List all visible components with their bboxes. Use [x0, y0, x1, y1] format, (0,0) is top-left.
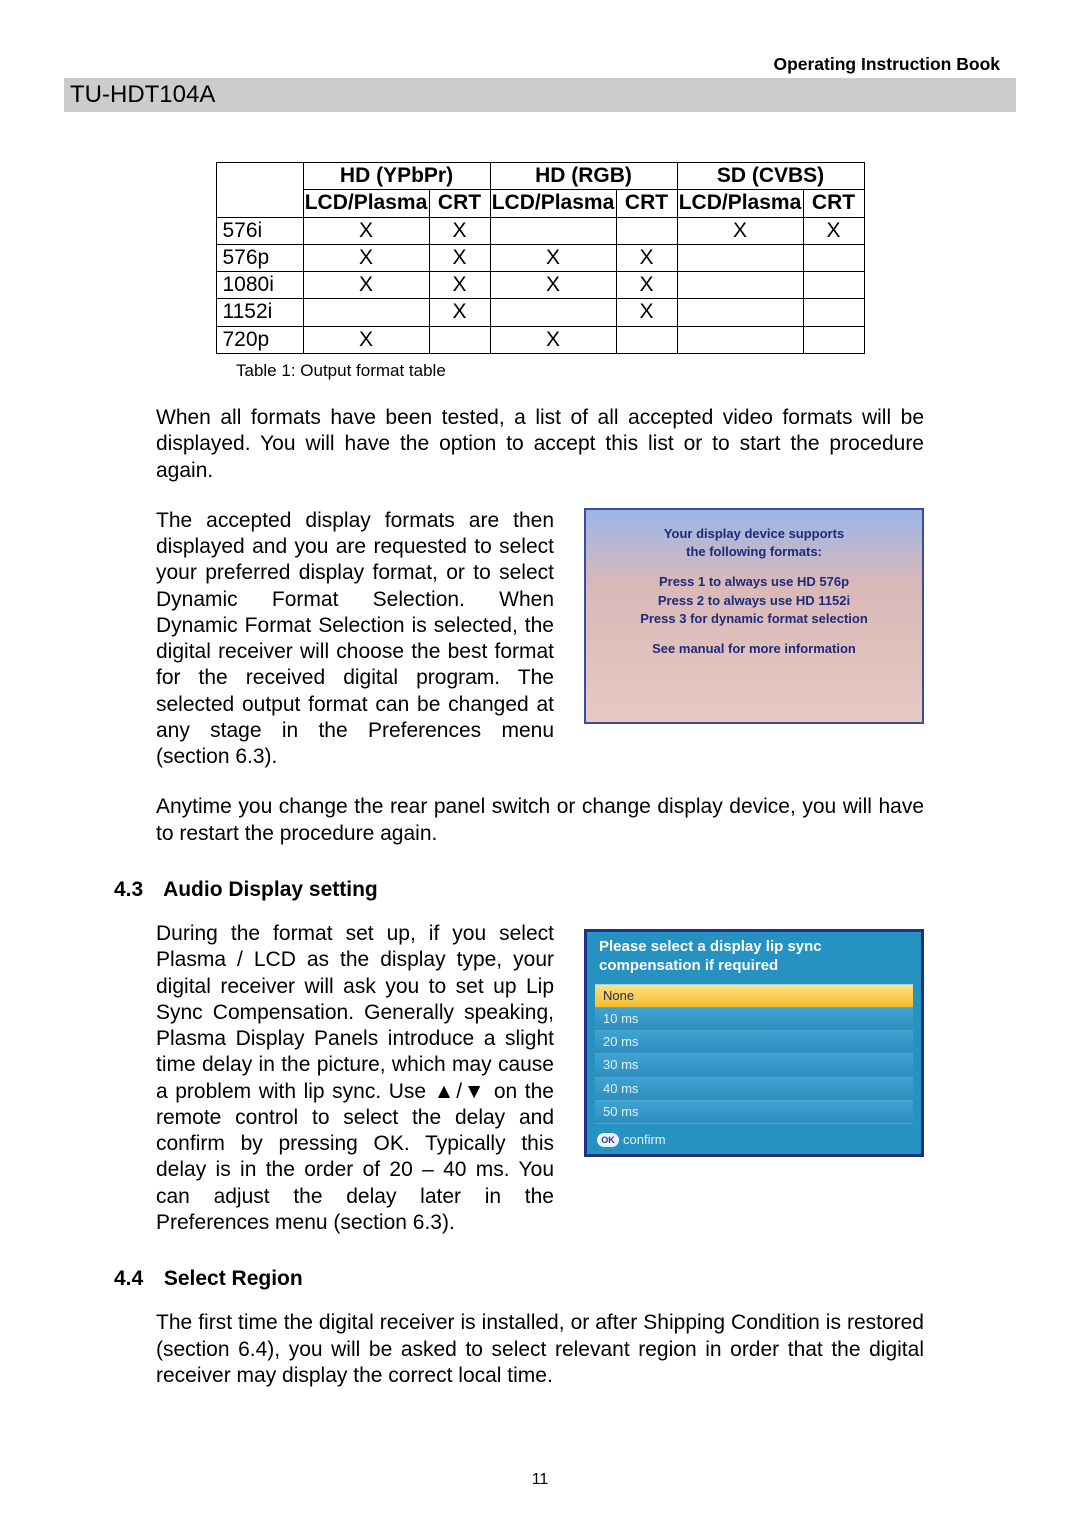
- paragraph-select-region: The first time the digital receiver is i…: [156, 1310, 924, 1389]
- section-4-4-heading: 4.4 Select Region: [114, 1266, 924, 1292]
- paragraph-restart-note: Anytime you change the rear panel switch…: [156, 794, 924, 847]
- paragraph-after-table: When all formats have been tested, a lis…: [156, 405, 924, 484]
- osd-lipsync-option: 40 ms: [595, 1078, 913, 1101]
- subcol-crt-3: CRT: [803, 190, 864, 217]
- osd-formats-line3: Press 3 for dynamic format selection: [586, 611, 922, 627]
- page-number: 11: [0, 1470, 1080, 1490]
- col-group-cvbs: SD (CVBS): [677, 163, 864, 190]
- osd-lipsync-prompt: Please select a display lip sync compens…: [595, 938, 913, 980]
- osd-lipsync-option: 50 ms: [595, 1101, 913, 1124]
- paragraph-accepted-formats: The accepted display formats are then di…: [156, 508, 554, 771]
- section-4-4-number: 4.4: [114, 1266, 158, 1292]
- table-row: 1080i X X X X: [216, 272, 864, 299]
- model-title: TU-HDT104A: [64, 78, 1016, 112]
- output-format-table: HD (YPbPr) HD (RGB) SD (CVBS) LCD/Plasma…: [216, 162, 865, 354]
- osd-lipsync-confirm-label: confirm: [623, 1132, 666, 1148]
- paragraph-audio-display: During the format set up, if you select …: [156, 921, 554, 1236]
- subcol-crt-2: CRT: [616, 190, 677, 217]
- subcol-lcd-1: LCD/Plasma: [303, 190, 429, 217]
- osd-formats-footer: See manual for more information: [586, 641, 922, 657]
- osd-formats-line2: Press 2 to always use HD 1152i: [586, 593, 922, 609]
- osd-formats-screenshot: Your display device supports the followi…: [584, 508, 924, 724]
- table-row: 576p X X X X: [216, 244, 864, 271]
- osd-lipsync-options: None 10 ms 20 ms 30 ms 40 ms 50 ms: [595, 984, 913, 1125]
- col-group-ypbpr: HD (YPbPr): [303, 163, 490, 190]
- osd-formats-title2: the following formats:: [586, 544, 922, 560]
- osd-lipsync-option: None: [595, 985, 913, 1008]
- osd-formats-title1: Your display device supports: [586, 526, 922, 542]
- osd-lipsync-option: 20 ms: [595, 1031, 913, 1054]
- subcol-lcd-3: LCD/Plasma: [677, 190, 803, 217]
- table-row: 576i X X X X: [216, 217, 864, 244]
- section-4-3-heading: 4.3 Audio Display setting: [114, 877, 924, 903]
- osd-lipsync-screenshot: Please select a display lip sync compens…: [584, 929, 924, 1157]
- header-book-label: Operating Instruction Book: [773, 54, 1000, 76]
- subcol-lcd-2: LCD/Plasma: [490, 190, 616, 217]
- osd-formats-line1: Press 1 to always use HD 576p: [586, 574, 922, 590]
- subcol-crt-1: CRT: [429, 190, 490, 217]
- ok-icon: OK: [597, 1133, 619, 1147]
- col-group-rgb: HD (RGB): [490, 163, 677, 190]
- table-row: 720p X X: [216, 326, 864, 353]
- section-4-3-number: 4.3: [114, 877, 158, 903]
- table-row: 1152i X X: [216, 299, 864, 326]
- section-4-4-title: Select Region: [164, 1267, 303, 1290]
- osd-lipsync-option: 30 ms: [595, 1054, 913, 1077]
- osd-lipsync-option: 10 ms: [595, 1008, 913, 1031]
- table-caption: Table 1: Output format table: [236, 360, 924, 381]
- section-4-3-title: Audio Display setting: [163, 878, 378, 901]
